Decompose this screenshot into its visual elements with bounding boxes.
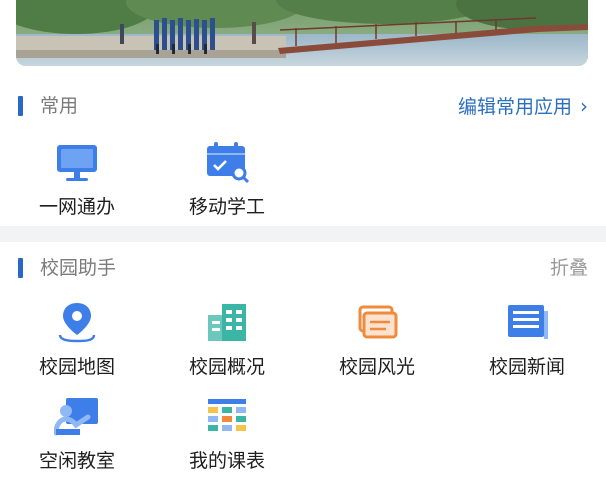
map-pin-icon bbox=[58, 303, 96, 343]
app-label: 校园概况 bbox=[188, 356, 265, 378]
scenery-cards-icon bbox=[358, 305, 398, 339]
app-campus-scenery[interactable]: 校园风光 bbox=[312, 301, 442, 381]
app-label: 空闲教室 bbox=[38, 450, 115, 472]
edit-common-apps-link[interactable]: 编辑常用应用 › bbox=[458, 93, 588, 120]
campus-building-icon bbox=[208, 304, 246, 341]
app-one-network-service[interactable]: 一网通办 bbox=[12, 141, 142, 221]
timetable-grid-icon bbox=[208, 399, 246, 431]
app-free-classroom[interactable]: 空闲教室 bbox=[12, 395, 142, 475]
app-campus-news[interactable]: 校园新闻 bbox=[462, 301, 592, 381]
campus-banner[interactable] bbox=[16, 0, 588, 66]
common-section-title: 常用 bbox=[40, 95, 79, 117]
section-accent-bar bbox=[18, 96, 23, 116]
app-my-timetable[interactable]: 我的课表 bbox=[162, 395, 292, 475]
section-divider bbox=[0, 226, 606, 242]
chevron-right-icon: › bbox=[580, 94, 588, 118]
app-label: 移动学工 bbox=[188, 196, 265, 218]
edit-common-apps-label: 编辑常用应用 bbox=[457, 96, 572, 118]
section-accent-bar bbox=[18, 258, 23, 278]
common-section-header: 常用 编辑常用应用 › bbox=[18, 93, 588, 121]
news-doc-icon bbox=[508, 305, 548, 339]
monitor-icon bbox=[57, 145, 97, 181]
app-label: 校园地图 bbox=[38, 356, 115, 378]
mobile-student-affairs-icon bbox=[207, 142, 250, 184]
app-label: 一网通办 bbox=[38, 196, 115, 218]
assistant-section-title: 校园助手 bbox=[40, 257, 117, 279]
app-campus-map[interactable]: 校园地图 bbox=[12, 301, 142, 381]
app-campus-overview[interactable]: 校园概况 bbox=[162, 301, 292, 381]
collapse-link[interactable]: 折叠 bbox=[550, 255, 588, 281]
app-label: 我的课表 bbox=[188, 450, 265, 472]
app-mobile-student-affairs[interactable]: 移动学工 bbox=[162, 141, 292, 221]
classroom-board-icon bbox=[54, 398, 98, 436]
assistant-section-header: 校园助手 折叠 bbox=[18, 255, 588, 283]
campus-photo-image bbox=[16, 0, 588, 66]
app-label: 校园新闻 bbox=[488, 356, 565, 378]
app-label: 校园风光 bbox=[338, 356, 415, 378]
